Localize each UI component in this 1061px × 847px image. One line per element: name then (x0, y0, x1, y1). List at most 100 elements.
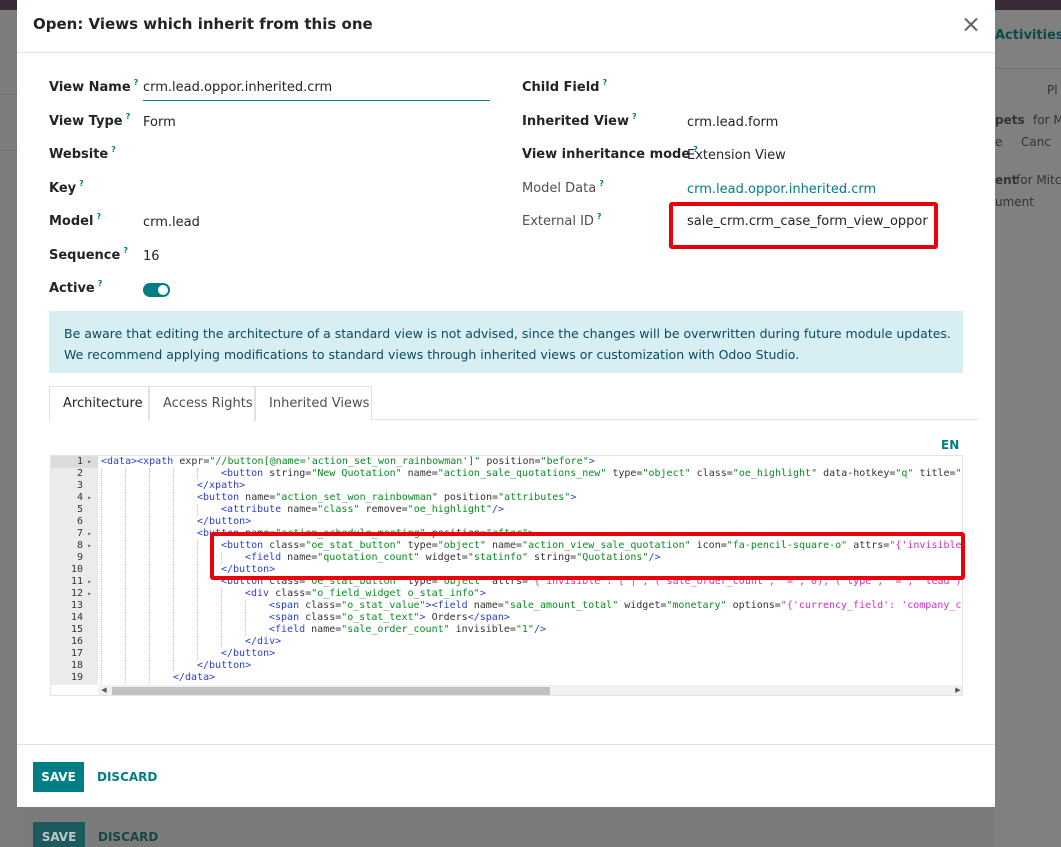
code-line[interactable]: 4 ▾ <button name="action_set_won_rainbowma… (51, 492, 962, 504)
code-line[interactable]: 14 <span class="o_stat_text"> Orders</spa… (51, 612, 962, 624)
fold-toggle-icon[interactable]: ▾ (87, 540, 95, 552)
active-toggle[interactable] (143, 283, 170, 297)
indent-guide (101, 636, 102, 648)
model-data-link[interactable]: crm.lead.oppor.inherited.crm (687, 182, 876, 197)
horizontal-scrollbar[interactable]: ◀ ▶ (98, 685, 962, 695)
code-line[interactable]: 12 ▾ <div class="o_field_widget o_stat_inf… (51, 588, 962, 600)
line-number: 9 (76, 552, 83, 563)
code-token: "C (955, 468, 962, 479)
indent-guide (101, 540, 102, 552)
help-icon[interactable]: ? (597, 212, 602, 221)
tab-architecture[interactable]: Architecture (49, 386, 149, 421)
help-icon[interactable]: ? (602, 78, 607, 87)
tab-access-rights[interactable]: Access Rights (149, 386, 255, 421)
indent-guide (101, 576, 102, 588)
indent-guide (221, 612, 222, 624)
help-icon[interactable]: ? (111, 145, 116, 154)
line-number: 13 (70, 600, 83, 611)
code-token: name= (311, 624, 342, 635)
scrollbar-thumb[interactable] (112, 687, 550, 695)
view-type-select[interactable]: Form (143, 115, 176, 130)
help-icon[interactable]: ? (123, 246, 128, 255)
fold-toggle-icon[interactable]: ▾ (87, 576, 95, 588)
indent-guide (101, 624, 102, 636)
fold-toggle-icon[interactable]: ▾ (87, 492, 95, 504)
help-icon[interactable]: ? (96, 212, 101, 221)
external-id-label: External ID? (522, 212, 602, 229)
indent-guide (197, 540, 198, 552)
indent-guide (173, 492, 174, 504)
indent-guide (101, 660, 102, 672)
code-token: </data> (173, 672, 216, 683)
scroll-right-icon[interactable]: ▶ (952, 685, 962, 695)
code-token: "o_stat_text" (341, 612, 420, 623)
code-line[interactable]: 17 </button> (51, 648, 962, 660)
code-token: "action_sale_quotations_new" (437, 468, 607, 479)
inheritance-mode-select[interactable]: Extension View (687, 148, 786, 163)
code-line[interactable]: 6 </button> (51, 516, 962, 528)
alert-line-2: We recommend applying modifications to s… (64, 347, 800, 362)
help-icon[interactable]: ? (599, 179, 604, 188)
code-token: remove= (359, 504, 408, 515)
indent-guide (173, 540, 174, 552)
indent-guide (149, 480, 150, 492)
indent-guide (125, 528, 126, 540)
fold-toggle-icon[interactable]: ▾ (87, 456, 95, 468)
help-icon[interactable]: ? (79, 179, 84, 188)
indent-guide (173, 648, 174, 660)
indent-guide (197, 624, 198, 636)
sequence-field[interactable]: 16 (143, 249, 160, 264)
code-token: class= (690, 468, 733, 479)
indent-guide (149, 492, 150, 504)
tab-inherited-views[interactable]: Inherited Views (255, 386, 372, 421)
code-line[interactable]: 2 <button string="New Quotation" name="ac… (51, 468, 962, 480)
close-icon[interactable] (959, 13, 983, 37)
help-icon[interactable]: ? (632, 112, 637, 121)
indent-guide (125, 648, 126, 660)
fold-toggle-icon[interactable]: ▾ (87, 528, 95, 540)
code-token: "o_field_widget o_stat_info" (311, 588, 480, 599)
help-icon[interactable]: ? (134, 78, 139, 87)
scroll-left-icon[interactable]: ◀ (98, 685, 110, 695)
indent-guide (101, 612, 102, 624)
code-token: <attribute (221, 504, 288, 515)
indent-guide (125, 672, 126, 684)
website-field[interactable] (143, 148, 483, 164)
indent-guide (197, 588, 198, 600)
indent-guide (149, 516, 150, 528)
save-button[interactable]: SAVE (33, 762, 84, 792)
indent-guide (149, 528, 150, 540)
code-line[interactable]: 3 </xpath> (51, 480, 962, 492)
line-number: 2 (76, 468, 83, 479)
child-field-label: Child Field? (522, 78, 608, 95)
indent-guide (101, 492, 102, 504)
view-name-input[interactable] (143, 77, 490, 101)
code-line[interactable]: 16 </div> (51, 636, 962, 648)
discard-button[interactable]: DISCARD (97, 762, 157, 792)
code-token: position= (437, 492, 499, 503)
code-line[interactable]: 5 <attribute name="class" remove="oe_high… (51, 504, 962, 516)
indent-guide (125, 504, 126, 516)
background-text: for Mitc (1016, 173, 1061, 187)
code-line[interactable]: 15 <field name="sale_order_count" invisib… (51, 624, 962, 636)
indent-guide (101, 468, 102, 480)
indent-guide (125, 660, 126, 672)
inherited-view-value: crm.lead.form (687, 115, 779, 130)
key-field[interactable] (143, 182, 483, 198)
indent-guide (149, 672, 150, 684)
code-line[interactable]: 19 </data> (51, 672, 962, 684)
code-line[interactable]: 1 ▾ <data><xpath expr="//button[@name='act… (51, 456, 962, 468)
help-icon[interactable]: ? (98, 279, 103, 288)
views-modal: Open: Views which inherit from this one … (17, 0, 995, 807)
modal-header: Open: Views which inherit from this one (17, 0, 995, 53)
background-footer: SAVE DISCARD (17, 807, 995, 847)
indent-guide (197, 600, 198, 612)
language-button[interactable]: EN (941, 438, 959, 452)
line-number: 6 (76, 516, 83, 527)
fold-toggle-icon[interactable]: ▾ (87, 588, 95, 600)
indent-guide (101, 588, 102, 600)
child-field-value[interactable] (687, 81, 957, 97)
help-icon[interactable]: ? (126, 112, 131, 121)
code-line[interactable]: 18 </button> (51, 660, 962, 672)
code-line[interactable]: 13 <span class="o_stat_value"><field name… (51, 600, 962, 612)
